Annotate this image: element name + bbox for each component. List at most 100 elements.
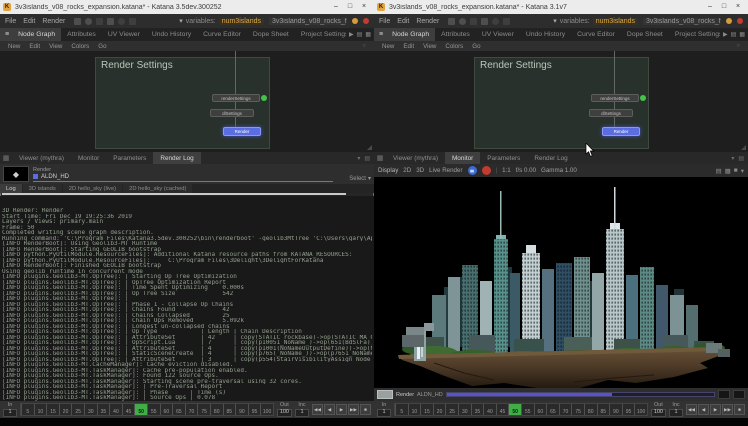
nodegraph-menu-new[interactable]: New <box>382 43 394 50</box>
nodegraph-menu-edit[interactable]: Edit <box>29 43 40 50</box>
variables-value-dropdown[interactable]: num3islands <box>593 18 638 25</box>
timeline-tick-45[interactable]: 45 <box>496 404 509 415</box>
search-tool-icon[interactable] <box>96 18 103 25</box>
search-tool-icon[interactable] <box>470 18 477 25</box>
panel-tab-parameters[interactable]: Parameters <box>106 152 153 164</box>
display-menu[interactable]: Display <box>378 167 398 174</box>
menu-file[interactable]: File <box>379 18 390 25</box>
timeline-tick-70[interactable]: 70 <box>559 404 572 415</box>
node-rendersettings[interactable]: renderSettings <box>212 94 260 102</box>
timeline-tick-20[interactable]: 20 <box>433 404 446 415</box>
tab-undo-history[interactable]: Undo History <box>146 28 197 41</box>
panel-split-icon[interactable]: ▤ <box>357 31 363 38</box>
node-dlsettings[interactable]: dlSettings <box>210 109 254 117</box>
go-to-start-button[interactable]: ◀◀ <box>686 404 697 415</box>
minimize-button[interactable]: – <box>329 1 343 13</box>
timeline-tick-40[interactable]: 40 <box>109 404 122 415</box>
menu-file[interactable]: File <box>5 18 16 25</box>
timeline-tick-5[interactable]: 5 <box>21 404 34 415</box>
panel-menu-icon[interactable]: ▦ <box>739 31 745 38</box>
timeline-tick-25[interactable]: 25 <box>71 404 84 415</box>
node-dlsettings[interactable]: dlSettings <box>589 109 633 117</box>
panel-menu-icon[interactable]: ▦ <box>365 31 371 38</box>
catalog-lock-slot[interactable] <box>718 390 730 399</box>
nodegraph-menu-colors[interactable]: Colors <box>445 43 463 50</box>
render-icon[interactable] <box>118 18 125 25</box>
timeline-tick-20[interactable]: 20 <box>59 404 72 415</box>
timeline-tick-55[interactable]: 55 <box>521 404 534 415</box>
timeline-tick-25[interactable]: 25 <box>445 404 458 415</box>
timeline-tick-95[interactable]: 95 <box>622 404 635 415</box>
session-file-field[interactable]: 3v3islands_v08_rocks_fil <box>269 18 347 25</box>
timeline-tick-45[interactable]: 45 <box>122 404 135 415</box>
panel-tab-render-log[interactable]: Render Log <box>527 152 574 164</box>
nodegraph-menu-colors[interactable]: Colors <box>71 43 89 50</box>
pause-indicator-icon[interactable]: ▮▮ <box>468 166 477 175</box>
title-bar[interactable]: K 3v3islands_v08_rocks_expansion.katana*… <box>374 0 748 14</box>
panel-grid-icon[interactable]: ▦ <box>374 152 386 164</box>
menu-render[interactable]: Render <box>416 18 439 25</box>
timeline-tick-10[interactable]: 10 <box>34 404 47 415</box>
panel-tab-viewer-mythra[interactable]: Viewer (mythra) <box>386 152 445 164</box>
panel-tab-render-log[interactable]: Render Log <box>153 152 200 164</box>
timeline-tick-90[interactable]: 90 <box>235 404 248 415</box>
menu-render[interactable]: Render <box>42 18 65 25</box>
backdrop-node[interactable]: Render Settings renderSettings dlSetting… <box>95 57 270 149</box>
close-button[interactable]: × <box>357 1 371 13</box>
panel-split-icon[interactable]: ▤ <box>731 31 737 38</box>
log-tab-log[interactable]: Log <box>0 184 22 193</box>
menu-edit[interactable]: Edit <box>397 18 409 25</box>
play-button[interactable]: ▶ <box>710 404 721 415</box>
minimize-button[interactable]: – <box>703 1 717 13</box>
tab-uv-viewer[interactable]: UV Viewer <box>102 28 146 41</box>
timeline-tick-75[interactable]: 75 <box>197 404 210 415</box>
maximize-button[interactable]: □ <box>717 1 731 13</box>
go-to-start-button[interactable]: ◀◀ <box>312 404 323 415</box>
render-thumbnail[interactable]: ◆ <box>3 166 29 182</box>
step-forward-button[interactable]: ▶▶ <box>348 404 359 415</box>
timeline-tick-60[interactable]: 60 <box>534 404 547 415</box>
timeline-tick-85[interactable]: 85 <box>597 404 610 415</box>
step-forward-button[interactable]: ▶▶ <box>722 404 733 415</box>
flag-icon[interactable] <box>481 18 488 25</box>
in-field[interactable]: 1 <box>3 409 17 417</box>
snapshot-icon[interactable]: ■ <box>734 167 738 175</box>
compare-icon[interactable]: ▦ <box>725 167 731 175</box>
select-tool-icon[interactable] <box>448 18 455 25</box>
fstop-value[interactable]: f/s 0.00 <box>516 167 536 174</box>
node-render[interactable]: Render <box>223 127 261 136</box>
nodegraph-menu-view[interactable]: View <box>49 43 62 50</box>
tab-dope-sheet[interactable]: Dope Sheet <box>247 28 295 41</box>
timeline-tick-15[interactable]: 15 <box>420 404 433 415</box>
timeline-tick-80[interactable]: 80 <box>584 404 597 415</box>
render-pass-dropdown[interactable]: ALDN_HD <box>33 174 333 182</box>
timeline-tick-55[interactable]: 55 <box>147 404 160 415</box>
hamburger-icon[interactable]: ≡ <box>0 28 12 41</box>
log-tab-2d-hello-sky-cached[interactable]: 2D hello_sky (cached) <box>123 184 192 193</box>
gear-icon[interactable] <box>85 18 92 25</box>
select-tool-icon[interactable] <box>74 18 81 25</box>
pin-icon[interactable]: ▾ <box>357 155 360 162</box>
tab-curve-editor[interactable]: Curve Editor <box>197 28 247 41</box>
zoom-level[interactable]: 1:1 <box>502 167 511 174</box>
tab-attributes[interactable]: Attributes <box>61 28 102 41</box>
timeline-tick-35[interactable]: 35 <box>97 404 110 415</box>
tab-project-settings[interactable]: Project Settings <box>669 28 720 41</box>
tab-attributes[interactable]: Attributes <box>435 28 476 41</box>
inc-field[interactable]: 1 <box>295 409 309 417</box>
step-back-button[interactable]: ◀ <box>698 404 709 415</box>
panel-tab-parameters[interactable]: Parameters <box>480 152 527 164</box>
caret-down-icon[interactable]: ▾ <box>179 17 183 25</box>
timeline-tick-40[interactable]: 40 <box>483 404 496 415</box>
panel-options-icon[interactable]: ▤ <box>738 155 744 162</box>
stop-button[interactable]: ■ <box>734 404 745 415</box>
view-3d-button[interactable]: 3D <box>416 167 424 174</box>
panel-tab-monitor[interactable]: Monitor <box>445 152 480 164</box>
panel-tab-viewer-mythra[interactable]: Viewer (mythra) <box>12 152 71 164</box>
close-button[interactable]: × <box>731 1 745 13</box>
timeline-tick-70[interactable]: 70 <box>185 404 198 415</box>
out-field[interactable]: 100 <box>277 409 292 417</box>
in-field[interactable]: 1 <box>377 409 391 417</box>
nodegraph-canvas[interactable]: Render Settings renderSettings dlSetting… <box>0 51 374 152</box>
log-tab-2d-hello-sky-live[interactable]: 2D hello_sky (live) <box>63 184 122 193</box>
